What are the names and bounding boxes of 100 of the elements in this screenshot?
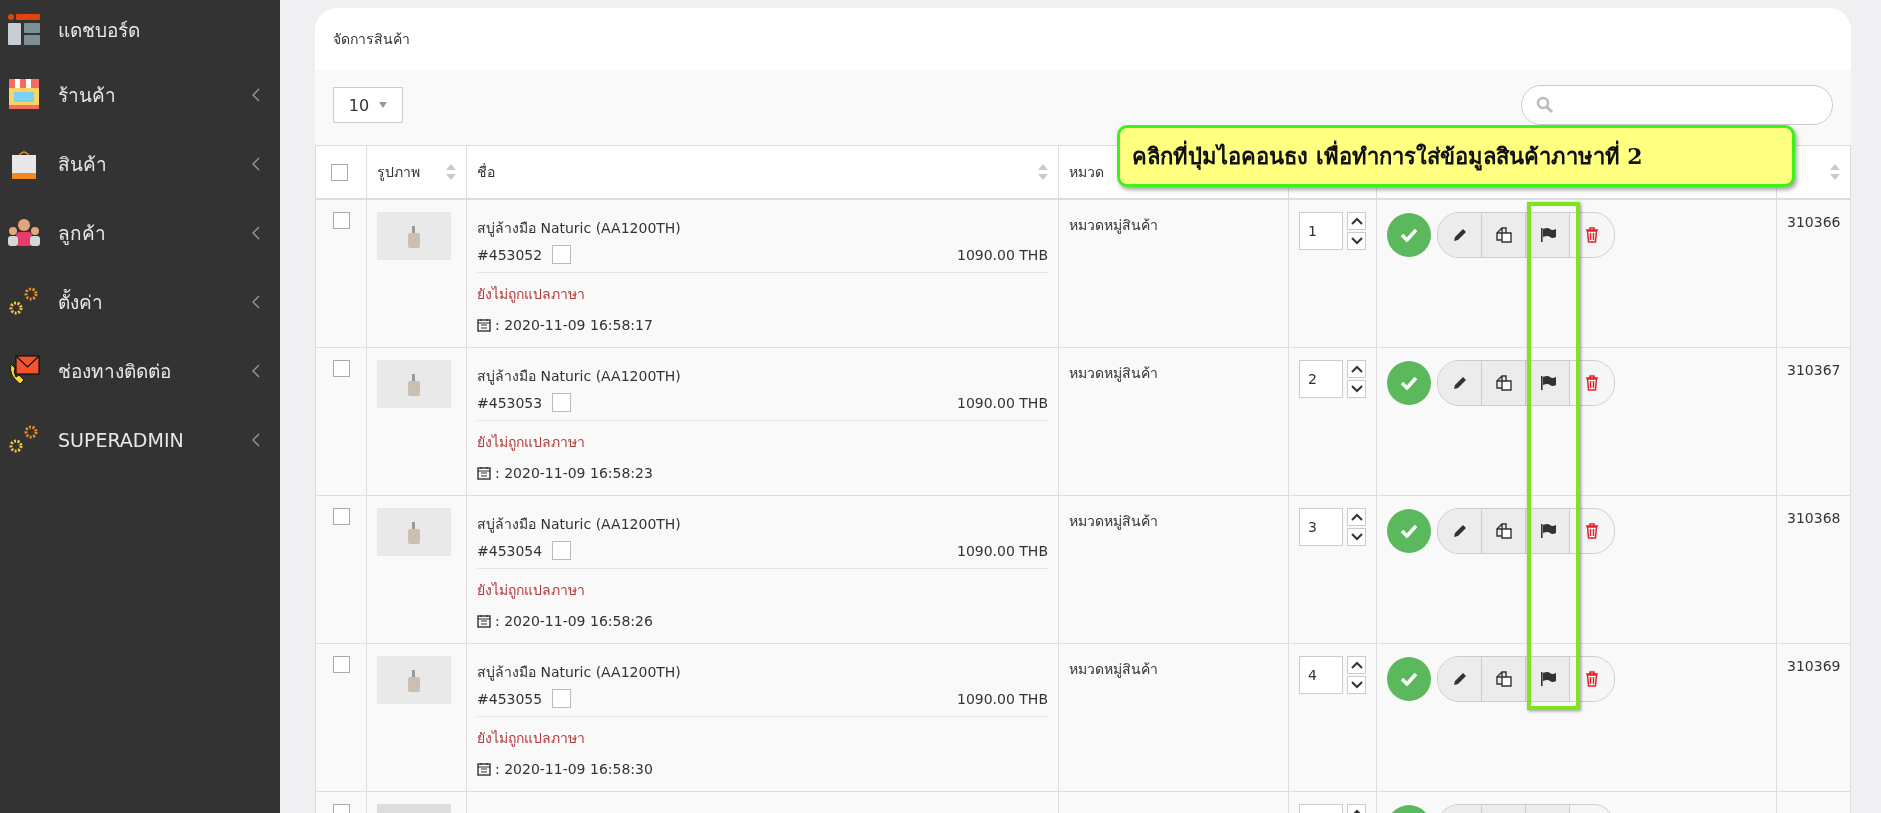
product-price: 1090.00 THB bbox=[956, 394, 1048, 411]
language-button[interactable] bbox=[1526, 361, 1570, 405]
edit-button[interactable] bbox=[1438, 657, 1482, 701]
copy-button[interactable] bbox=[1482, 361, 1526, 405]
product-name: สบู่ล้างมือ Naturic (AA1200TH) bbox=[477, 515, 682, 535]
row-checkbox[interactable] bbox=[332, 360, 350, 377]
edit-button[interactable] bbox=[1438, 361, 1482, 405]
order-field[interactable]: 3 bbox=[1299, 508, 1343, 546]
delete-button[interactable] bbox=[1570, 509, 1614, 553]
product-price: 1090.00 THB bbox=[956, 690, 1048, 707]
search-icon bbox=[1536, 96, 1554, 114]
product-name: สบู่ล้างมือ Naturic (AA1200TH) bbox=[477, 663, 682, 683]
increment-button[interactable] bbox=[1347, 656, 1366, 674]
category-name: หมวดหมู่สินค้า bbox=[1069, 661, 1158, 677]
sidebar-item[interactable]: ร้านค้า bbox=[0, 60, 280, 129]
product-code: #453052 bbox=[477, 246, 543, 263]
calendar-icon bbox=[477, 466, 491, 480]
row-checkbox[interactable] bbox=[332, 656, 350, 673]
sidebar-item[interactable]: SUPERADMIN bbox=[0, 405, 280, 474]
created-date: : 2020-11-09 16:58:26 bbox=[495, 613, 653, 629]
flag-icon bbox=[1538, 670, 1557, 688]
language-button[interactable] bbox=[1526, 213, 1570, 257]
delete-button[interactable] bbox=[1570, 213, 1614, 257]
translation-status: ยังไม่ถูกแปลภาษา bbox=[477, 581, 586, 601]
chevron-up-icon bbox=[1350, 661, 1363, 669]
decrement-button[interactable] bbox=[1347, 676, 1366, 694]
created-date: : 2020-11-09 16:58:23 bbox=[495, 465, 653, 481]
order-field[interactable]: 4 bbox=[1299, 656, 1343, 694]
translation-status: ยังไม่ถูกแปลภาษา bbox=[477, 729, 586, 749]
chevron-up-icon bbox=[1350, 365, 1363, 373]
row-checkbox[interactable] bbox=[332, 508, 350, 525]
order-field[interactable]: 2 bbox=[1299, 360, 1343, 398]
sidebar-item[interactable]: ลูกค้า bbox=[0, 198, 280, 267]
row-checkbox[interactable] bbox=[332, 212, 350, 229]
search-field[interactable] bbox=[1521, 85, 1833, 125]
product-name: สบู่ล้างมือ Naturic (AA1200TH) bbox=[477, 367, 682, 387]
sidebar-item[interactable]: แดชบอร์ด bbox=[0, 0, 280, 60]
trash-icon bbox=[1583, 374, 1601, 392]
sidebar-item[interactable]: ช่องทางติดต่อ bbox=[0, 336, 280, 405]
decrement-button[interactable] bbox=[1347, 528, 1366, 546]
copy-button[interactable] bbox=[1482, 509, 1526, 553]
edit-button[interactable] bbox=[1438, 509, 1482, 553]
column-header: ชื่อ bbox=[477, 162, 495, 182]
flag-icon bbox=[1538, 522, 1557, 540]
chevron-down-icon bbox=[1350, 237, 1363, 245]
chevron-down-icon bbox=[1350, 681, 1363, 689]
copy-icon bbox=[1494, 374, 1513, 392]
created-date: : 2020-11-09 16:58:30 bbox=[495, 761, 653, 777]
category-name: หมวดหมู่สินค้า bbox=[1069, 513, 1158, 529]
category-name: หมวดหมู่สินค้า bbox=[1069, 217, 1158, 233]
translation-status: ยังไม่ถูกแปลภาษา bbox=[477, 285, 586, 305]
product-id: 310368 bbox=[1787, 510, 1841, 526]
order-field[interactable]: 1 bbox=[1299, 212, 1343, 250]
created-date: : 2020-11-09 16:58:17 bbox=[495, 317, 653, 333]
language-button[interactable] bbox=[1526, 509, 1570, 553]
chevron-down-icon bbox=[1350, 533, 1363, 541]
copy-icon bbox=[1494, 226, 1513, 244]
increment-button[interactable] bbox=[1347, 212, 1366, 230]
increment-button[interactable] bbox=[1347, 360, 1366, 378]
delete-button[interactable] bbox=[1570, 361, 1614, 405]
check-icon bbox=[1400, 524, 1418, 538]
trash-icon bbox=[1583, 670, 1601, 688]
status-button[interactable] bbox=[1387, 213, 1431, 257]
flag-icon bbox=[1538, 226, 1557, 244]
chevron-up-icon bbox=[1350, 217, 1363, 225]
select-all-checkbox[interactable] bbox=[331, 163, 348, 181]
shop-icon bbox=[8, 78, 40, 111]
check-icon bbox=[1400, 228, 1418, 242]
calendar-icon bbox=[477, 614, 491, 628]
edit-button[interactable] bbox=[1438, 213, 1482, 257]
status-button[interactable] bbox=[1387, 509, 1431, 553]
sidebar-item[interactable]: ตั้งค่า bbox=[0, 267, 280, 336]
trash-icon bbox=[1583, 522, 1601, 540]
increment-button[interactable] bbox=[1347, 508, 1366, 526]
product-price: 1090.00 THB bbox=[956, 246, 1048, 263]
small-checkbox[interactable] bbox=[552, 689, 572, 708]
trash-icon bbox=[1583, 226, 1601, 244]
calendar-icon bbox=[477, 762, 491, 776]
copy-button[interactable] bbox=[1482, 657, 1526, 701]
small-checkbox[interactable] bbox=[552, 541, 572, 560]
status-button[interactable] bbox=[1387, 657, 1431, 701]
language-button[interactable] bbox=[1526, 657, 1570, 701]
decrement-button[interactable] bbox=[1347, 380, 1366, 398]
copy-icon bbox=[1494, 670, 1513, 688]
product-code: #453053 bbox=[477, 394, 543, 411]
small-checkbox[interactable] bbox=[552, 245, 572, 264]
product-code: #453055 bbox=[477, 690, 543, 707]
small-checkbox[interactable] bbox=[552, 393, 572, 412]
decrement-button[interactable] bbox=[1347, 232, 1366, 250]
sidebar-item[interactable]: สินค้า bbox=[0, 129, 280, 198]
product-id: 310366 bbox=[1787, 214, 1841, 230]
delete-button[interactable] bbox=[1570, 657, 1614, 701]
instruction-callout: คลิกที่ปุ่มไอคอนธง เพื่อทำการใส่ข้อมูลสินค้าภาษาที่ 2 bbox=[1117, 125, 1795, 187]
flag-icon bbox=[1538, 374, 1557, 392]
product-name: สบู่ล้างมือ Naturic (AA1200TH) bbox=[477, 219, 682, 239]
copy-button[interactable] bbox=[1482, 213, 1526, 257]
page-size-select[interactable]: 10 bbox=[333, 87, 403, 123]
dashboard-icon bbox=[8, 14, 40, 46]
product-id: 310369 bbox=[1787, 658, 1841, 674]
status-button[interactable] bbox=[1387, 361, 1431, 405]
